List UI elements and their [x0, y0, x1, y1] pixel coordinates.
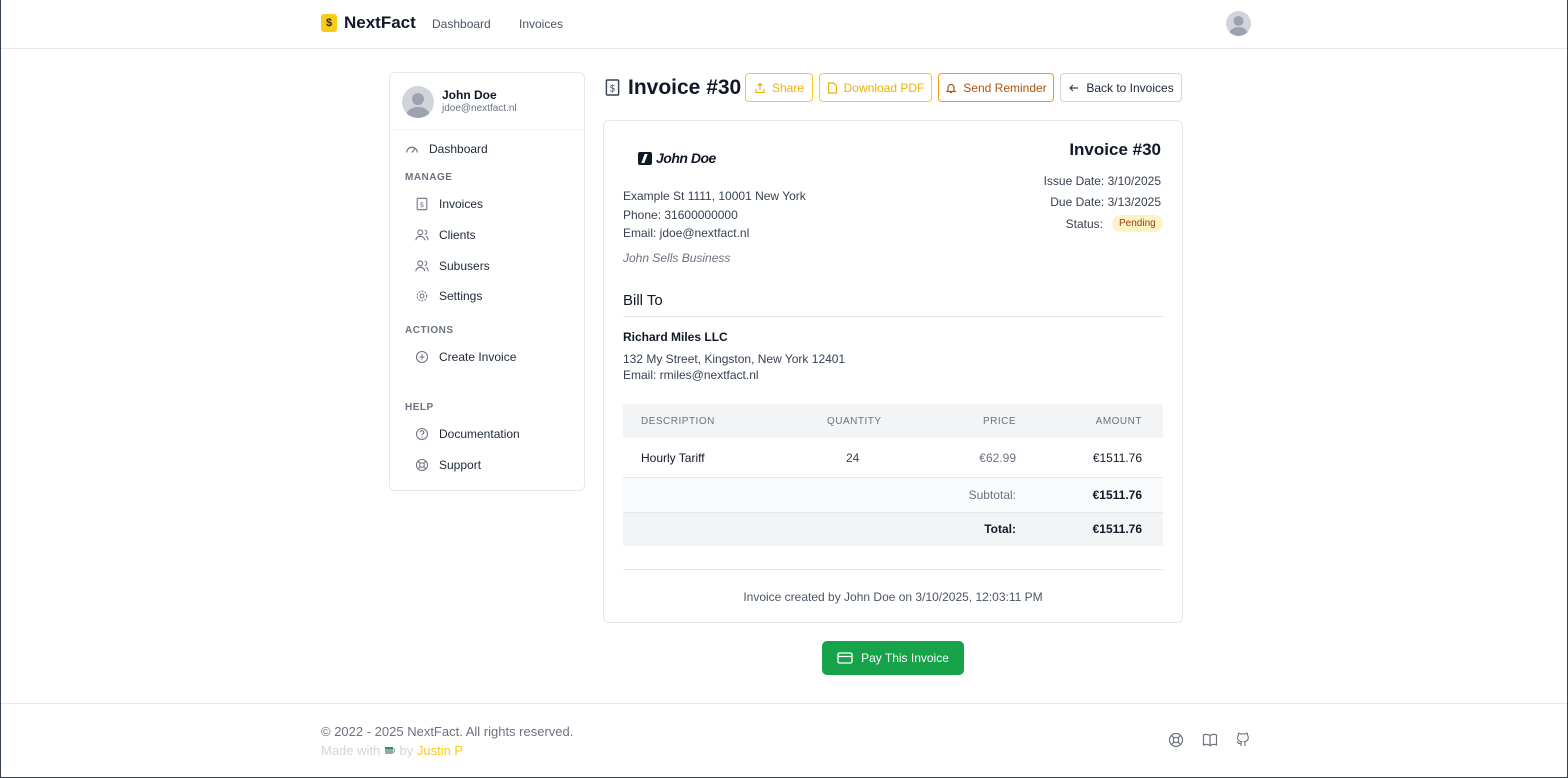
invoice-icon: $ [416, 197, 428, 211]
help-circle-icon [415, 427, 429, 441]
site-footer [1, 703, 1567, 777]
sidebar-item-label: Invoices [439, 197, 484, 211]
sender-business: John Sells Business [623, 251, 731, 265]
arrow-left-icon [1069, 84, 1079, 91]
total-row [623, 512, 1163, 546]
users-icon [415, 260, 429, 272]
lifebuoy-icon [415, 458, 429, 472]
book-icon[interactable] [1202, 732, 1218, 748]
sidebar-item-label: Support [439, 458, 482, 472]
issue-date-value: 3/10/2025 [1107, 174, 1161, 188]
sender-phone: Phone: 31600000000 [623, 208, 738, 222]
item-quantity: 24 [846, 451, 860, 465]
users-icon [415, 229, 429, 241]
sidebar-divider [390, 129, 584, 130]
page-title: Invoice #30 [628, 76, 742, 99]
subtotal-row [623, 478, 1163, 512]
made-with-note: Made with by Justin P [321, 743, 463, 758]
share-icon [755, 82, 765, 93]
invoice-created-note: Invoice created by John Doe on 3/10/2025… [743, 590, 1043, 604]
brand-logo-icon[interactable]: $ [321, 14, 337, 32]
item-description: Hourly Tariff [641, 451, 705, 465]
logo-text: John Doe [656, 150, 716, 166]
sidebar-item-label: Clients [439, 228, 476, 242]
top-navbar [1, 0, 1567, 49]
sidebar-user-name: John Doe [442, 88, 497, 102]
svg-text:$: $ [610, 83, 616, 94]
nav-link-invoices[interactable]: Invoices [519, 17, 563, 31]
share-button[interactable]: Share [745, 73, 813, 102]
sender-address: Example St 1111, 10001 New York [623, 189, 806, 203]
column-header-amount: AMOUNT [1095, 416, 1142, 427]
due-date-value: 3/13/2025 [1107, 195, 1161, 209]
divider [623, 316, 1163, 317]
status-badge: Pending [1112, 215, 1163, 232]
send-reminder-button[interactable]: Send Reminder [938, 73, 1054, 102]
back-to-invoices-button[interactable]: Back to Invoices [1060, 73, 1182, 102]
download-pdf-label: Download PDF [843, 80, 925, 95]
user-avatar[interactable] [1226, 11, 1251, 36]
sender-email: Email: jdoe@nextfact.nl [623, 226, 750, 240]
bill-to-heading: Bill To [623, 292, 663, 309]
subtotal-label: Subtotal: [968, 488, 1016, 502]
github-icon[interactable] [1235, 732, 1251, 748]
sidebar-section-manage: MANAGE [405, 172, 453, 183]
coffee-icon [384, 744, 396, 755]
sidebar-item-label: Create Invoice [439, 350, 517, 364]
credit-card-icon [837, 652, 853, 664]
column-header-quantity: QUANTITY [827, 416, 882, 427]
sidebar-avatar [402, 86, 434, 118]
subtotal-value: €1511.76 [1092, 488, 1142, 502]
pay-invoice-label: Pay This Invoice [861, 651, 949, 665]
svg-text:$: $ [420, 201, 424, 209]
bell-icon [945, 83, 957, 93]
sidebar-item-label: Documentation [439, 427, 520, 441]
column-header-description: DESCRIPTION [641, 416, 715, 427]
download-pdf-button[interactable]: Download PDF [819, 73, 932, 102]
author-link[interactable]: Justin P [417, 743, 463, 758]
sidebar-section-actions: ACTIONS [405, 325, 454, 336]
issue-date-label: Issue Date: [1043, 174, 1105, 188]
due-date-label: Due Date: [1050, 195, 1105, 209]
pay-invoice-button[interactable]: Pay This Invoice [822, 641, 964, 675]
divider [623, 569, 1163, 570]
invoice-number: Invoice #30 [1069, 140, 1161, 159]
lifebuoy-icon[interactable] [1168, 732, 1184, 748]
file-icon [827, 81, 837, 94]
due-date: Due Date: 3/13/2025 [1050, 195, 1161, 209]
back-to-invoices-label: Back to Invoices [1086, 80, 1174, 95]
made-with-text: Made with [321, 743, 381, 758]
issue-date: Issue Date: 3/10/2025 [1044, 174, 1161, 188]
by-text: by [399, 743, 414, 758]
status-label: Status: [1065, 217, 1103, 231]
gear-icon [416, 290, 428, 302]
gauge-icon [406, 146, 418, 153]
sidebar-user-email: jdoe@nextfact.nl [442, 103, 517, 114]
brand-name[interactable]: NextFact [344, 13, 416, 33]
send-reminder-label: Send Reminder [963, 80, 1047, 95]
client-name: Richard Miles LLC [623, 330, 728, 344]
plus-circle-icon [415, 350, 429, 364]
sidebar-section-help: HELP [405, 402, 434, 413]
client-address: 132 My Street, Kingston, New York 12401 [623, 352, 846, 366]
company-logo: John Doe [638, 150, 716, 166]
invoice-icon: $ [605, 79, 620, 96]
client-email: Email: rmiles@nextfact.nl [623, 368, 759, 382]
nav-link-dashboard[interactable]: Dashboard [432, 17, 491, 31]
total-label: Total: [984, 522, 1016, 536]
column-header-price: PRICE [982, 416, 1016, 427]
sidebar-item-label: Settings [439, 289, 483, 303]
item-price: €62.99 [979, 451, 1016, 465]
logo-mark-icon [638, 151, 652, 165]
total-value: €1511.76 [1092, 522, 1142, 536]
share-label: Share [771, 80, 805, 95]
copyright: © 2022 - 2025 NextFact. All rights reser… [321, 724, 574, 739]
sidebar-item-label: Subusers [439, 259, 490, 273]
item-amount: €1511.76 [1092, 451, 1142, 465]
sidebar-item-label: Dashboard [429, 142, 488, 156]
